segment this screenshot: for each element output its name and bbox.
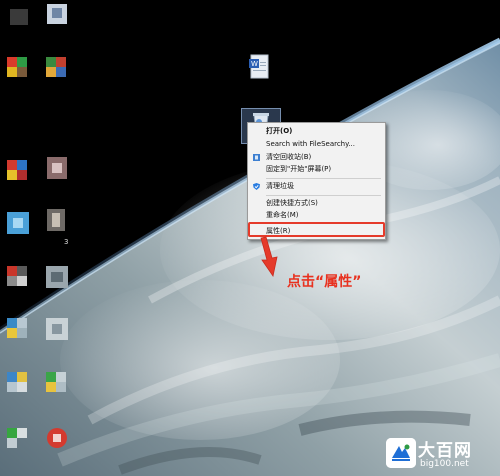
desktop-icon-7[interactable] xyxy=(5,210,31,236)
desktop-icon-11[interactable] xyxy=(5,316,31,342)
desktop-icon-12[interactable] xyxy=(44,316,70,342)
menu-item-empty-recycle-bin[interactable]: 清空回收站(B) xyxy=(248,152,385,163)
desktop-icon-label: 3 xyxy=(64,238,69,246)
shield-cleanup-icon xyxy=(253,183,260,190)
menu-item-filesearchy[interactable]: Search with FileSearchy... xyxy=(248,139,385,150)
menu-item-label: 清空回收站(B) xyxy=(266,153,312,161)
desktop-icon-6[interactable] xyxy=(44,155,70,181)
desktop-icon-14[interactable] xyxy=(44,370,70,396)
desktop-icon-15[interactable] xyxy=(5,424,31,450)
menu-separator xyxy=(266,178,381,179)
menu-item-create-shortcut[interactable]: 创建快捷方式(S) xyxy=(248,198,385,209)
desktop-icon-1[interactable] xyxy=(6,3,32,29)
desktop-icon-8[interactable] xyxy=(44,207,70,233)
watermark-logo: 大百网 big100.net xyxy=(386,436,498,474)
menu-item-label: 清理垃圾 xyxy=(266,182,294,190)
svg-text:W: W xyxy=(251,60,258,68)
menu-item-rename[interactable]: 重命名(M) xyxy=(248,210,385,221)
word-document-icon[interactable]: W xyxy=(249,54,271,80)
menu-item-label: 创建快捷方式(S) xyxy=(266,199,318,207)
menu-separator xyxy=(266,195,381,196)
clear-recycle-icon xyxy=(253,154,260,161)
properties-highlight-box xyxy=(248,222,385,237)
desktop-icon-10[interactable] xyxy=(44,264,70,290)
desktop-icon-4[interactable] xyxy=(44,55,70,81)
menu-item-label: 重命名(M) xyxy=(266,211,299,219)
annotation-text: 点击“属性” xyxy=(287,274,362,290)
logo-badge-icon xyxy=(386,438,416,468)
menu-item-pin-to-start[interactable]: 固定到"开始"屏幕(P) xyxy=(248,164,385,175)
menu-item-open[interactable]: 打开(O) xyxy=(248,126,385,137)
watermark-name: 大百网 xyxy=(418,441,472,461)
menu-item-label: Search with FileSearchy... xyxy=(266,140,355,148)
desktop-icon-3[interactable] xyxy=(5,55,31,81)
desktop-icon-16[interactable] xyxy=(44,424,70,450)
desktop-icon-5[interactable] xyxy=(5,158,31,184)
menu-item-label: 固定到"开始"屏幕(P) xyxy=(266,165,332,173)
desktop[interactable]: 3 W 打开(O) Search with FileSearchy... 清空回… xyxy=(0,0,500,476)
menu-item-label: 打开(O) xyxy=(266,127,293,135)
annotation-arrow-icon xyxy=(260,236,278,277)
menu-item-clean-junk[interactable]: 清理垃圾 xyxy=(248,181,385,192)
desktop-icon-9[interactable] xyxy=(5,264,31,290)
desktop-icon-2[interactable] xyxy=(44,2,70,28)
watermark-url: big100.net xyxy=(420,459,469,469)
desktop-icon-13[interactable] xyxy=(5,370,31,396)
